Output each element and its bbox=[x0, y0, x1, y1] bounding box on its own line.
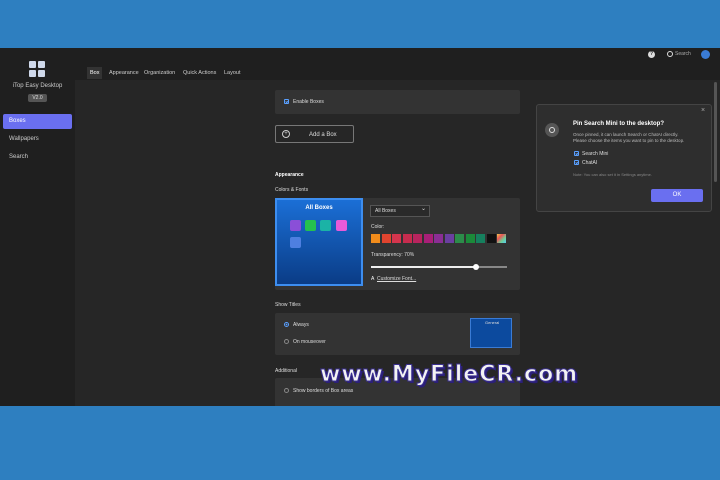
popup-line2: Please choose the items you want to pin … bbox=[573, 138, 685, 143]
ok-button[interactable]: OK bbox=[651, 189, 703, 202]
help-icon[interactable]: ? bbox=[648, 51, 655, 58]
customize-font-link[interactable]: Customize Font... bbox=[377, 276, 416, 282]
enable-boxes-card: Enable Boxes bbox=[275, 90, 520, 114]
box-select[interactable]: All Boxes bbox=[370, 204, 430, 217]
color-swatch[interactable] bbox=[423, 234, 433, 243]
color-swatch[interactable] bbox=[497, 234, 506, 243]
pin-search-popup: × Pin Search Mini to the desktop? Once p… bbox=[536, 104, 712, 212]
search-icon[interactable] bbox=[667, 51, 673, 57]
color-swatch[interactable] bbox=[476, 234, 485, 243]
enable-boxes-label: Enable Boxes bbox=[293, 99, 324, 105]
popup-title: Pin Search Mini to the desktop? bbox=[573, 121, 665, 127]
always-radio[interactable] bbox=[284, 322, 289, 327]
color-swatch[interactable] bbox=[444, 234, 454, 243]
search-mini-label: Search Mini bbox=[582, 151, 609, 157]
app-window: iTop Easy Desktop V2.0 Boxes Wallpapers … bbox=[0, 48, 720, 406]
additional-label: Additional bbox=[275, 368, 297, 374]
tab-appearance[interactable]: Appearance bbox=[106, 67, 142, 79]
search-icon bbox=[545, 123, 559, 137]
borders-label: Show borders of Box areas bbox=[293, 388, 354, 394]
add-box-label: Add a Box bbox=[309, 132, 337, 138]
color-swatch[interactable] bbox=[381, 234, 391, 243]
sidebar: iTop Easy Desktop V2.0 Boxes Wallpapers … bbox=[0, 48, 75, 406]
show-titles-label: Show Titles bbox=[275, 302, 301, 308]
color-swatch[interactable] bbox=[434, 234, 443, 243]
sidebar-item-boxes[interactable]: Boxes bbox=[3, 114, 72, 129]
preview-title: All Boxes bbox=[305, 205, 333, 211]
color-swatch[interactable] bbox=[455, 234, 464, 243]
mouseover-radio[interactable] bbox=[284, 339, 289, 344]
popup-note: Note: You can also set it in Settings an… bbox=[573, 172, 652, 177]
search-mini-checkbox[interactable] bbox=[574, 151, 579, 156]
popup-line1: Once pinned, it can launch Search or Cha… bbox=[573, 132, 679, 137]
mouseover-label: On mouseover bbox=[293, 339, 326, 345]
scrollbar[interactable] bbox=[714, 82, 717, 182]
borders-checkbox[interactable] bbox=[284, 388, 289, 393]
always-label: Always bbox=[293, 322, 309, 328]
avatar[interactable] bbox=[701, 50, 710, 59]
watermark-text: www.MyFileCR.com bbox=[319, 362, 579, 388]
close-icon[interactable]: × bbox=[701, 107, 705, 114]
transparency-label: Transparency: 70% bbox=[371, 252, 415, 258]
title-preview: General bbox=[470, 318, 512, 348]
tab-box[interactable]: Box bbox=[87, 67, 103, 79]
sidebar-item-search[interactable]: Search bbox=[3, 150, 72, 165]
font-icon: A bbox=[371, 276, 375, 282]
photo-icon bbox=[290, 237, 301, 248]
chatai-checkbox[interactable] bbox=[574, 160, 579, 165]
version-badge: V2.0 bbox=[28, 94, 47, 102]
color-swatch[interactable] bbox=[413, 234, 422, 243]
tab-organization[interactable]: Organization bbox=[141, 67, 178, 79]
plus-icon: + bbox=[282, 130, 290, 138]
search-label[interactable]: Search bbox=[675, 51, 691, 57]
color-swatch[interactable] bbox=[486, 234, 496, 243]
tab-quick-actions[interactable]: Quick Actions bbox=[180, 67, 219, 79]
sidebar-item-wallpapers[interactable]: Wallpapers bbox=[3, 132, 72, 147]
color-swatch[interactable] bbox=[371, 234, 380, 243]
enable-boxes-checkbox[interactable] bbox=[284, 99, 289, 104]
whatsapp-icon bbox=[305, 220, 316, 231]
colors-fonts-label: Colors & Fonts bbox=[275, 187, 309, 193]
app-name: iTop Easy Desktop bbox=[12, 83, 63, 89]
tab-layout[interactable]: Layout bbox=[221, 67, 244, 79]
color-label: Color: bbox=[371, 224, 385, 230]
video-icon bbox=[320, 220, 331, 231]
color-swatch[interactable] bbox=[465, 234, 475, 243]
box-preview: All Boxes bbox=[275, 198, 363, 286]
top-bar: Box Appearance Organization Quick Action… bbox=[75, 48, 720, 80]
app-logo-icon bbox=[29, 61, 45, 77]
color-swatch[interactable] bbox=[402, 234, 412, 243]
music-icon bbox=[336, 220, 347, 231]
color-swatch[interactable] bbox=[392, 234, 401, 243]
chatai-label: ChatAI bbox=[582, 160, 598, 166]
title-preview-label: General bbox=[485, 320, 500, 325]
transparency-slider-fill bbox=[371, 266, 476, 268]
screenshot-frame: iTop Easy Desktop V2.0 Boxes Wallpapers … bbox=[0, 0, 720, 480]
add-box-button[interactable]: + Add a Box bbox=[275, 125, 354, 143]
app-tile-icon bbox=[290, 220, 301, 231]
appearance-title: Appearance bbox=[275, 172, 304, 178]
